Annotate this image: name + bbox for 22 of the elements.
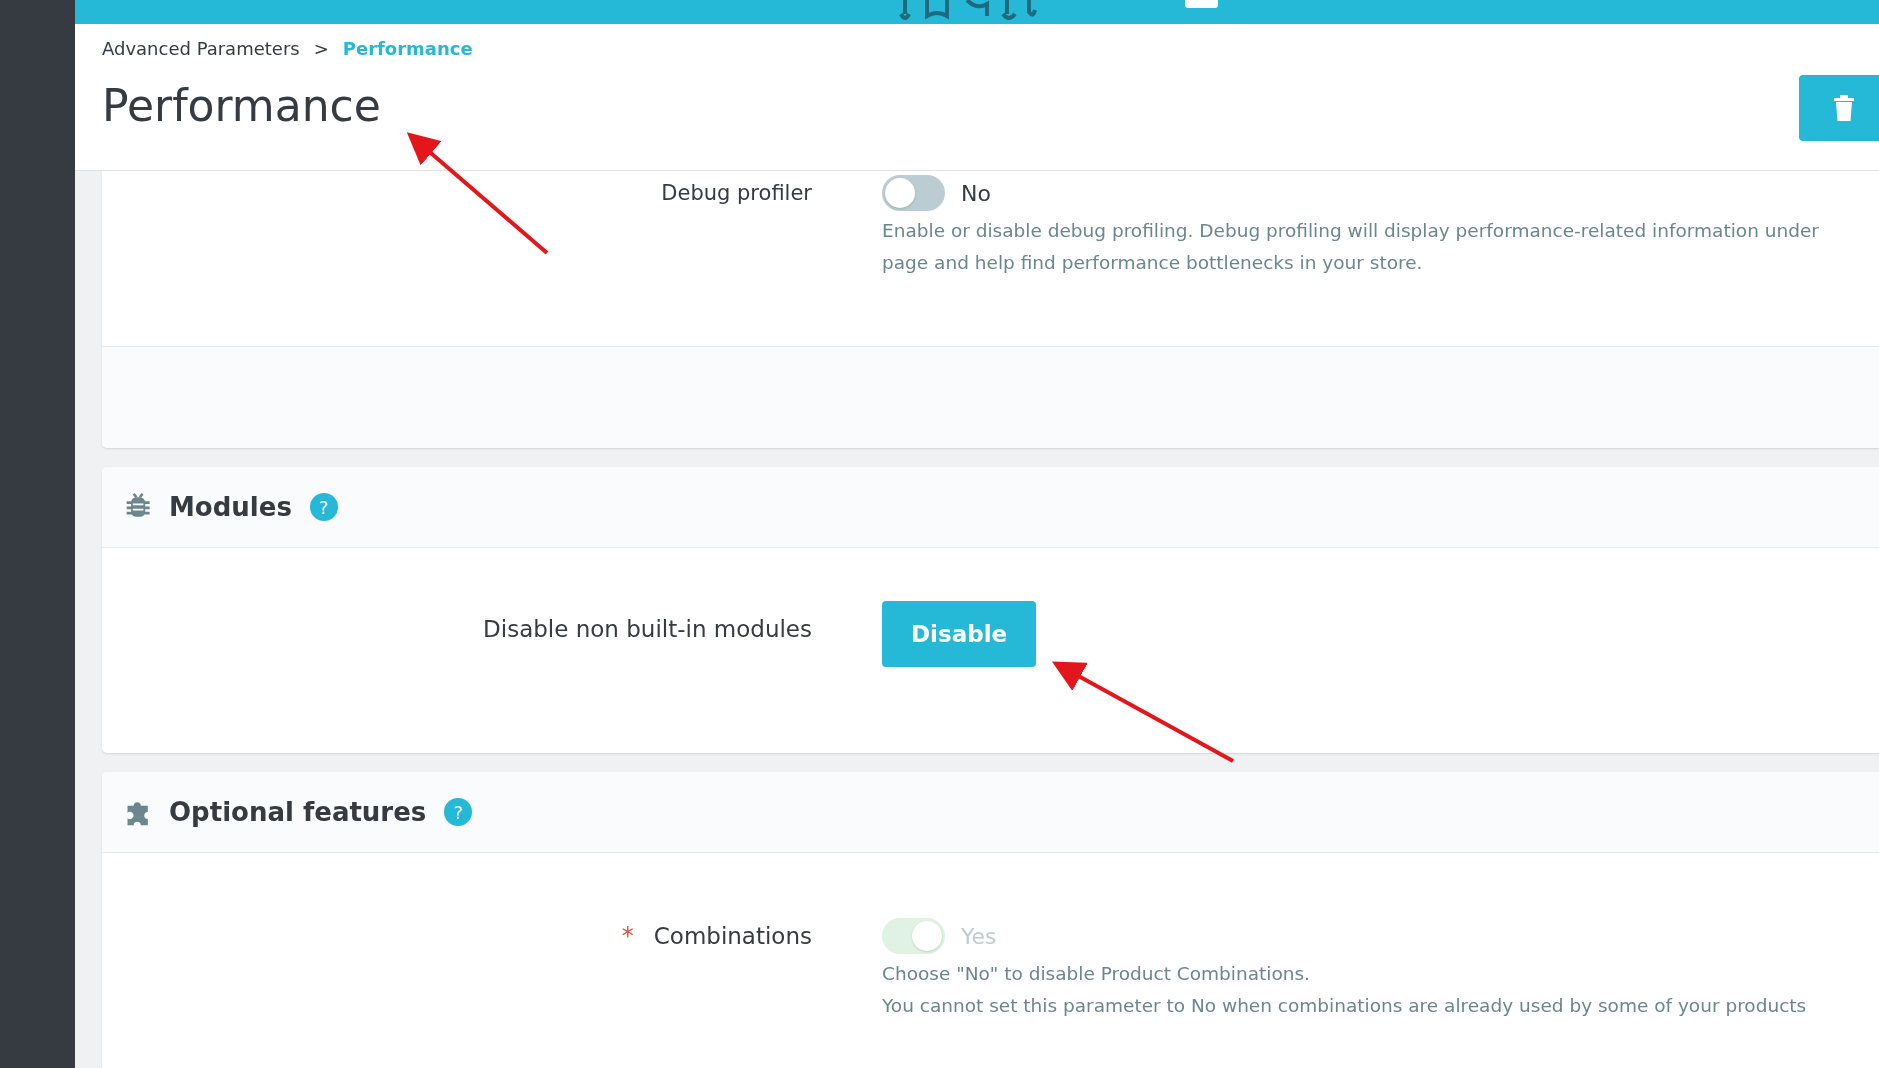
field-label: Combinations [653, 922, 812, 951]
help-text: You cannot set this parameter to No when combinations are already used by some of your products [882, 994, 1807, 1018]
trash-icon [1833, 95, 1855, 121]
disable-button[interactable]: Disable [882, 601, 1037, 667]
help-text: page and help find performance bottlenecks in your store. [882, 251, 1424, 275]
required-marker: * [621, 921, 634, 952]
page-title: Performance [102, 79, 381, 133]
toggle-label: Yes [961, 922, 997, 951]
help-icon[interactable]: ? [309, 493, 338, 521]
field-label: Debug profiler [661, 180, 812, 207]
field-label: Disable non built-in modules [483, 615, 812, 644]
breadcrumb-link[interactable]: Performance [342, 34, 473, 62]
toggle-switch[interactable] [882, 175, 945, 211]
help-text: Enable or disable debug profiling. Debug profiling will display performance-related information under [882, 219, 1819, 243]
help-icon[interactable]: ? [444, 798, 473, 826]
breadcrumb-separator: > [313, 36, 329, 61]
breadcrumb-link[interactable]: Advanced Parameters [102, 34, 300, 62]
toggle-label: No [961, 179, 991, 208]
delete-button[interactable] [1799, 75, 1879, 141]
section-title: Modules [169, 490, 292, 524]
section-title: Optional features [169, 795, 427, 829]
help-text: Choose "No" to disable Product Combinations. [882, 962, 1311, 986]
